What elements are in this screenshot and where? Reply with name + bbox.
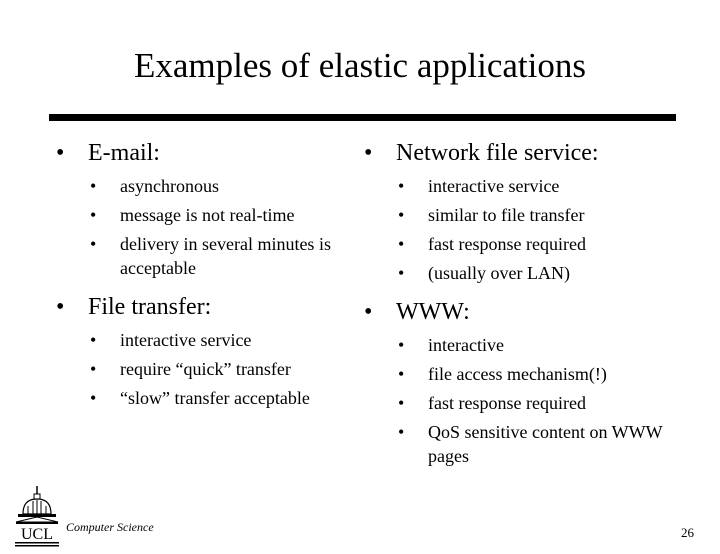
list-item: • delivery in several minutes is acceptab… <box>90 234 331 278</box>
list-item: • asynchronous <box>90 176 219 196</box>
section-heading: E-mail: <box>88 140 160 166</box>
list-item: • require “quick” transfer <box>90 359 291 379</box>
list-item: • (usually over LAN) <box>398 263 570 283</box>
section-heading: File transfer: <box>88 294 212 320</box>
list-item: • message is not real-time <box>90 205 295 225</box>
list-item: • interactive service <box>398 176 560 196</box>
list-item: • file access mechanism(!) <box>398 364 607 384</box>
bullet: • <box>364 140 373 166</box>
left-column: • E-mail: • asynchronous • message is not r… <box>56 132 356 422</box>
list-item: • interactive service <box>90 330 252 350</box>
bullet: • <box>364 299 373 325</box>
section-email: • E-mail: • asynchronous • message is not r… <box>56 138 356 280</box>
section-heading: Network file service: <box>396 140 599 166</box>
list-item: • fast response required <box>398 234 586 254</box>
right-column: • Network file service: • interactive serv… <box>364 132 684 480</box>
section-file-transfer: • File transfer: • interactive service • re… <box>56 292 356 410</box>
bullet: • <box>56 140 65 166</box>
list-item: • QoS sensitive content on WWW pages <box>398 422 663 466</box>
list-item: • fast response required <box>398 393 586 413</box>
section-www: • WWW: • interactive • file access mechanis… <box>364 297 684 468</box>
list-item: • “slow” transfer acceptable <box>90 388 310 408</box>
list-item: • similar to file transfer <box>398 205 585 225</box>
bullet: • <box>56 294 65 320</box>
section-heading: WWW: <box>396 299 470 325</box>
title-divider <box>49 114 676 121</box>
section-network-file-service: • Network file service: • interactive serv… <box>364 138 684 285</box>
footer-department: Computer Science <box>66 520 154 534</box>
ucl-logo-icon: UCL <box>15 486 59 547</box>
slide-title: Examples of elastic applications <box>134 46 586 85</box>
logo-text: UCL <box>21 526 53 543</box>
list-item: • interactive <box>398 335 504 355</box>
page-number: 26 <box>681 525 694 540</box>
